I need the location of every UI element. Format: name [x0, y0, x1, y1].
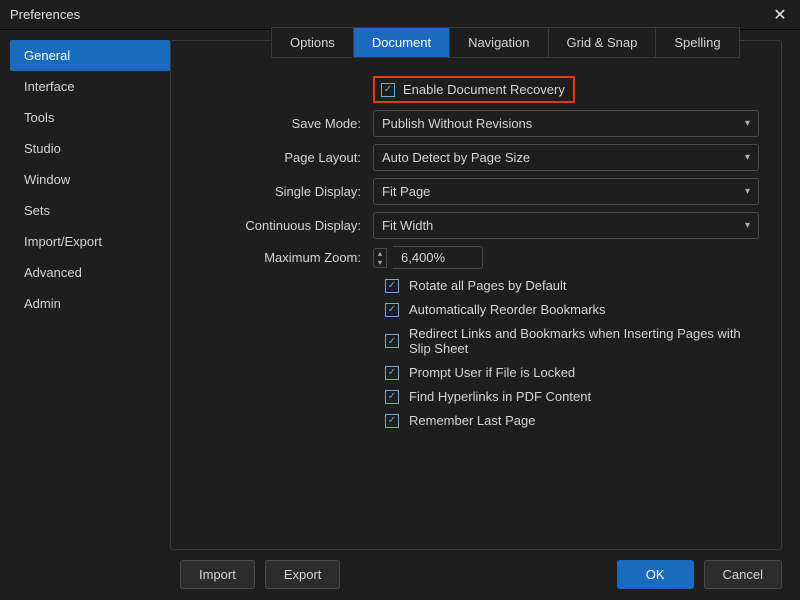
chevron-down-icon: ▾ [745, 152, 750, 163]
tab-spelling[interactable]: Spelling [655, 27, 739, 58]
checkbox[interactable]: ✓ [385, 334, 399, 348]
check-row: ✓ Automatically Reorder Bookmarks [385, 302, 759, 317]
chevron-down-icon[interactable]: ▾ [374, 258, 386, 267]
tabs: OptionsDocumentNavigationGrid & SnapSpel… [271, 27, 740, 58]
enable-recovery-label: Enable Document Recovery [403, 82, 565, 97]
sidebar-item-sets[interactable]: Sets [10, 195, 170, 226]
import-button[interactable]: Import [180, 560, 255, 589]
chevron-up-icon[interactable]: ▴ [374, 249, 386, 258]
window-title: Preferences [10, 7, 80, 22]
checkbox-label: Prompt User if File is Locked [409, 365, 575, 380]
sidebar-item-window[interactable]: Window [10, 164, 170, 195]
check-row: ✓ Find Hyperlinks in PDF Content [385, 389, 759, 404]
sidebar-item-studio[interactable]: Studio [10, 133, 170, 164]
check-row: ✓ Remember Last Page [385, 413, 759, 428]
titlebar: Preferences ✕ [0, 0, 800, 30]
sidebar-item-tools[interactable]: Tools [10, 102, 170, 133]
continuous-display-select[interactable]: Fit Width ▾ [373, 212, 759, 239]
chevron-down-icon: ▾ [745, 220, 750, 231]
single-display-label: Single Display: [193, 184, 373, 199]
check-row: ✓ Rotate all Pages by Default [385, 278, 759, 293]
checkbox[interactable]: ✓ [385, 303, 399, 317]
save-mode-label: Save Mode: [193, 116, 373, 131]
checkbox-label: Redirect Links and Bookmarks when Insert… [409, 326, 759, 356]
cancel-button[interactable]: Cancel [704, 560, 782, 589]
sidebar-item-general[interactable]: General [10, 40, 170, 71]
chevron-down-icon: ▾ [745, 118, 750, 129]
checkbox[interactable]: ✓ [385, 390, 399, 404]
checkbox-label: Automatically Reorder Bookmarks [409, 302, 606, 317]
zoom-spinner[interactable]: ▴▾ [373, 248, 387, 268]
page-layout-label: Page Layout: [193, 150, 373, 165]
checkbox[interactable]: ✓ [385, 279, 399, 293]
checkbox-label: Find Hyperlinks in PDF Content [409, 389, 591, 404]
page-layout-value: Auto Detect by Page Size [382, 150, 530, 165]
check-row: ✓ Prompt User if File is Locked [385, 365, 759, 380]
tab-options[interactable]: Options [271, 27, 353, 58]
continuous-display-label: Continuous Display: [193, 218, 373, 233]
max-zoom-input[interactable]: 6,400% [393, 246, 483, 269]
checkbox-label: Remember Last Page [409, 413, 535, 428]
export-button[interactable]: Export [265, 560, 341, 589]
checkbox[interactable]: ✓ [385, 366, 399, 380]
page-layout-select[interactable]: Auto Detect by Page Size ▾ [373, 144, 759, 171]
tab-document[interactable]: Document [353, 27, 449, 58]
sidebar-item-import-export[interactable]: Import/Export [10, 226, 170, 257]
continuous-display-value: Fit Width [382, 218, 433, 233]
enable-recovery-highlight: ✓ Enable Document Recovery [373, 76, 575, 103]
tab-navigation[interactable]: Navigation [449, 27, 547, 58]
sidebar-item-interface[interactable]: Interface [10, 71, 170, 102]
footer: Import Export OK Cancel [0, 550, 800, 589]
ok-button[interactable]: OK [617, 560, 694, 589]
max-zoom-label: Maximum Zoom: [193, 250, 373, 265]
enable-recovery-checkbox[interactable]: ✓ [381, 83, 395, 97]
single-display-value: Fit Page [382, 184, 430, 199]
chevron-down-icon: ▾ [745, 186, 750, 197]
save-mode-value: Publish Without Revisions [382, 116, 532, 131]
checkbox[interactable]: ✓ [385, 414, 399, 428]
sidebar-item-advanced[interactable]: Advanced [10, 257, 170, 288]
single-display-select[interactable]: Fit Page ▾ [373, 178, 759, 205]
checkbox-label: Rotate all Pages by Default [409, 278, 567, 293]
settings-panel: OptionsDocumentNavigationGrid & SnapSpel… [170, 40, 782, 550]
save-mode-select[interactable]: Publish Without Revisions ▾ [373, 110, 759, 137]
sidebar: GeneralInterfaceToolsStudioWindowSetsImp… [0, 30, 170, 550]
close-icon[interactable]: ✕ [770, 5, 790, 25]
sidebar-item-admin[interactable]: Admin [10, 288, 170, 319]
check-row: ✓ Redirect Links and Bookmarks when Inser… [385, 326, 759, 356]
tab-grid-snap[interactable]: Grid & Snap [548, 27, 656, 58]
